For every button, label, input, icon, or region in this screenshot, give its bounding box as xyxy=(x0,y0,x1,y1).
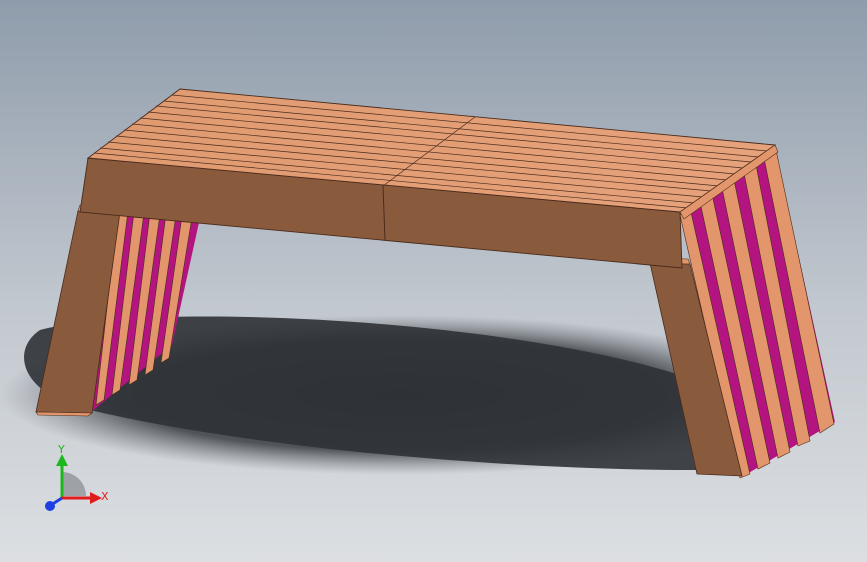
triad-x-label: X xyxy=(101,490,109,503)
left-leg-edge xyxy=(35,411,93,417)
model-view[interactable] xyxy=(0,0,867,562)
graphics-viewport[interactable]: Y X xyxy=(0,0,867,562)
triad-z-arrow-icon xyxy=(45,501,55,511)
view-triad[interactable]: Y X xyxy=(38,438,118,518)
triad-shaded-sector xyxy=(62,472,86,496)
triad-y-label: Y xyxy=(57,443,65,456)
